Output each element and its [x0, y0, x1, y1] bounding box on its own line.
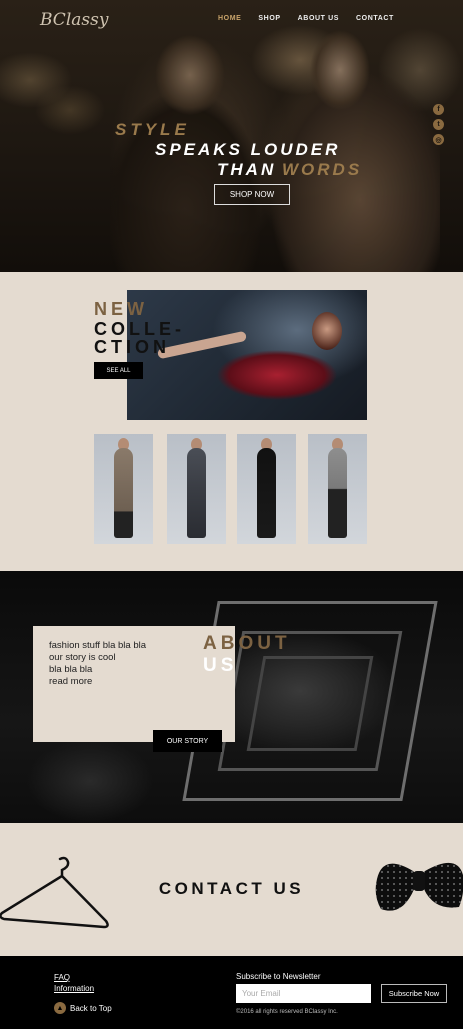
back-to-top-link[interactable]: ▲ Back to Top — [54, 1002, 112, 1014]
model-black-gown — [257, 448, 276, 538]
site-footer: FAQ Information ▲ Back to Top Subscribe … — [0, 956, 463, 1029]
back-to-top-label: Back to Top — [70, 1003, 112, 1013]
contact-section: CONTACT US — [0, 823, 463, 956]
our-story-button[interactable]: OUR STORY — [153, 730, 222, 752]
product-thumb-4[interactable] — [308, 434, 367, 544]
runway-frame — [246, 656, 374, 751]
shop-now-button[interactable]: SHOP NOW — [214, 184, 290, 205]
product-thumb-2[interactable] — [167, 434, 226, 544]
arrow-up-icon: ▲ — [54, 1002, 66, 1014]
hero-section: BClassy HOME SHOP ABOUT US CONTACT f t ◎… — [0, 0, 463, 272]
about-line: fashion stuff bla bla bla — [49, 640, 147, 651]
nav-home[interactable]: HOME — [218, 15, 241, 22]
hero-headline-speaks: SPEAKS LOUDER — [155, 140, 341, 159]
social-links: f t ◎ — [433, 104, 444, 145]
photo-red-dress — [167, 345, 347, 405]
collection-section: NEW COLLE- CTION SEE ALL — [0, 272, 463, 571]
product-thumb-1[interactable] — [94, 434, 153, 544]
model-coat — [114, 448, 133, 538]
collection-title-ction: CTION — [94, 337, 170, 357]
instagram-icon[interactable]: ◎ — [433, 134, 444, 145]
hero-headline-than: THAN — [217, 160, 277, 179]
nav-contact[interactable]: CONTACT — [356, 15, 394, 22]
about-line: our story is cool — [49, 652, 116, 663]
collection-title-colle: COLLE- — [94, 319, 185, 339]
about-title-us: US — [203, 655, 238, 676]
email-field[interactable] — [236, 984, 371, 1003]
newsletter-label: Subscribe to Newsletter — [236, 972, 321, 981]
photo-model-head — [312, 312, 342, 350]
bowtie-icon — [375, 863, 463, 911]
about-copy: fashion stuff bla bla bla our story is c… — [49, 640, 146, 688]
read-more-link[interactable]: read more — [49, 676, 146, 688]
brand-logo[interactable]: BClassy — [40, 10, 108, 30]
nav-about-us[interactable]: ABOUT US — [298, 15, 339, 22]
about-title-about: ABOUT — [203, 633, 291, 654]
collection-title-new: NEW — [94, 299, 148, 319]
model-grey-blazer — [328, 448, 347, 538]
about-line: bla bla bla — [49, 664, 93, 675]
product-thumb-3[interactable] — [237, 434, 296, 544]
facebook-icon[interactable]: f — [433, 104, 444, 115]
subscribe-button[interactable]: Subscribe Now — [381, 984, 447, 1003]
information-link[interactable]: Information — [54, 984, 94, 993]
twitter-icon[interactable]: t — [433, 119, 444, 130]
main-nav: HOME SHOP ABOUT US CONTACT — [218, 15, 411, 22]
copyright-text: ©2016 all rights reserved BClassy Inc. — [236, 1009, 338, 1015]
hero-headline-style: STYLE — [115, 120, 190, 139]
nav-shop[interactable]: SHOP — [258, 15, 280, 22]
about-section: fashion stuff bla bla bla our story is c… — [0, 571, 463, 823]
hero-headline-words: WORDS — [282, 160, 363, 179]
faq-link[interactable]: FAQ — [54, 973, 70, 982]
model-suit — [187, 448, 206, 538]
see-all-button[interactable]: SEE ALL — [94, 362, 143, 379]
